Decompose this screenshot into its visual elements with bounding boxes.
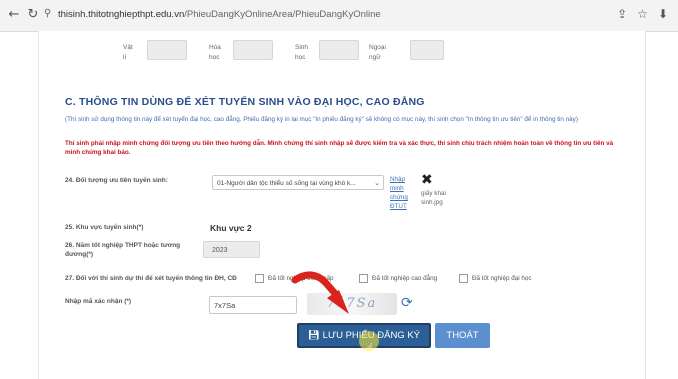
subject-label-physics: Vật lí bbox=[123, 44, 133, 61]
score-input-biology[interactable] bbox=[319, 40, 359, 60]
checkbox[interactable] bbox=[255, 274, 264, 283]
upload-evidence-link[interactable]: Nhập minh chứng ĐTUT bbox=[390, 175, 420, 211]
graduation-year-input[interactable]: 2023 bbox=[203, 241, 260, 258]
subject-label-biology: Sinh học bbox=[295, 44, 309, 61]
priority-object-label: 24. Đối tượng ưu tiên tuyển sinh: bbox=[65, 177, 168, 184]
site-info-icon[interactable]: ⚲ bbox=[44, 8, 51, 19]
share-icon[interactable]: ⇪ bbox=[617, 7, 627, 21]
section-c-note: (Thí sinh sử dụng thông tin này để xét t… bbox=[65, 116, 578, 123]
remove-file-icon[interactable]: ✖ bbox=[421, 172, 433, 188]
download-icon[interactable]: ⬇ bbox=[658, 7, 668, 21]
url-domain: thisinh.thitotnghiepthpt.edu.vn bbox=[58, 9, 185, 20]
admission-region-label: 25. Khu vực tuyển sinh(*) bbox=[65, 224, 144, 231]
browser-toolbar: ← ↻ ⚲ thisinh.thitotnghiepthpt.edu.vn/Ph… bbox=[0, 0, 678, 32]
hand-cursor-icon: ☝ bbox=[366, 341, 374, 355]
captcha-input[interactable]: 7x7Sa bbox=[209, 296, 297, 314]
admission-region-value: Khu vực 2 bbox=[210, 223, 252, 233]
score-input-chemistry[interactable] bbox=[233, 40, 273, 60]
checkbox[interactable] bbox=[459, 274, 468, 283]
bookmark-star-icon[interactable]: ☆ bbox=[637, 7, 648, 21]
url-path: /PhieuDangKyOnlineArea/PhieuDangKyOnline bbox=[184, 9, 381, 20]
score-input-physics[interactable] bbox=[147, 40, 187, 60]
option-college[interactable]: Đã tốt nghiệp cao đẳng bbox=[359, 274, 437, 283]
priority-object-value: 01-Người dân tộc thiểu số sống tại vùng … bbox=[217, 180, 356, 187]
captcha-label: Nhập mã xác nhận (*) bbox=[65, 298, 132, 305]
option-college-label: Đã tốt nghiệp cao đẳng bbox=[372, 275, 438, 282]
subject-label-foreign-language: Ngoại ngữ bbox=[369, 44, 386, 61]
pointer-arrow-icon bbox=[291, 271, 349, 314]
degree-status-label: 27. Đối với thí sinh dự thi để xét tuyển… bbox=[65, 275, 237, 282]
section-c-title: C. THÔNG TIN DÙNG ĐỂ XÉT TUYỂN SINH VÀO … bbox=[65, 96, 425, 108]
score-input-foreign-language[interactable] bbox=[410, 40, 444, 60]
option-university-label: Đã tốt nghiệp đại học bbox=[472, 275, 532, 282]
refresh-captcha-icon[interactable]: ⟳ bbox=[401, 295, 413, 311]
address-bar[interactable]: thisinh.thitotnghiepthpt.edu.vn/PhieuDan… bbox=[58, 9, 381, 20]
back-icon[interactable]: ← bbox=[6, 7, 22, 23]
chevron-down-icon: ⌄ bbox=[374, 179, 380, 187]
graduation-year-label: 26. Năm tốt nghiệp THPT hoặc tương đương… bbox=[65, 242, 181, 258]
evidence-file-name: giấy khai sinh.jpg bbox=[421, 190, 446, 206]
exit-button[interactable]: THOÁT bbox=[435, 323, 490, 348]
reload-icon[interactable]: ↻ bbox=[25, 7, 41, 23]
priority-object-select[interactable]: 01-Người dân tộc thiểu số sống tại vùng … bbox=[212, 175, 384, 190]
subject-label-chemistry: Hóa học bbox=[209, 44, 221, 61]
option-university[interactable]: Đã tốt nghiệp đại học bbox=[459, 274, 532, 283]
section-c-warning: Thí sinh phải nhập minh chứng đối tượng … bbox=[65, 140, 614, 156]
registration-form: Vật lí Hóa học Sinh học Ngoại ngữ C. THÔNG T… bbox=[38, 31, 646, 379]
